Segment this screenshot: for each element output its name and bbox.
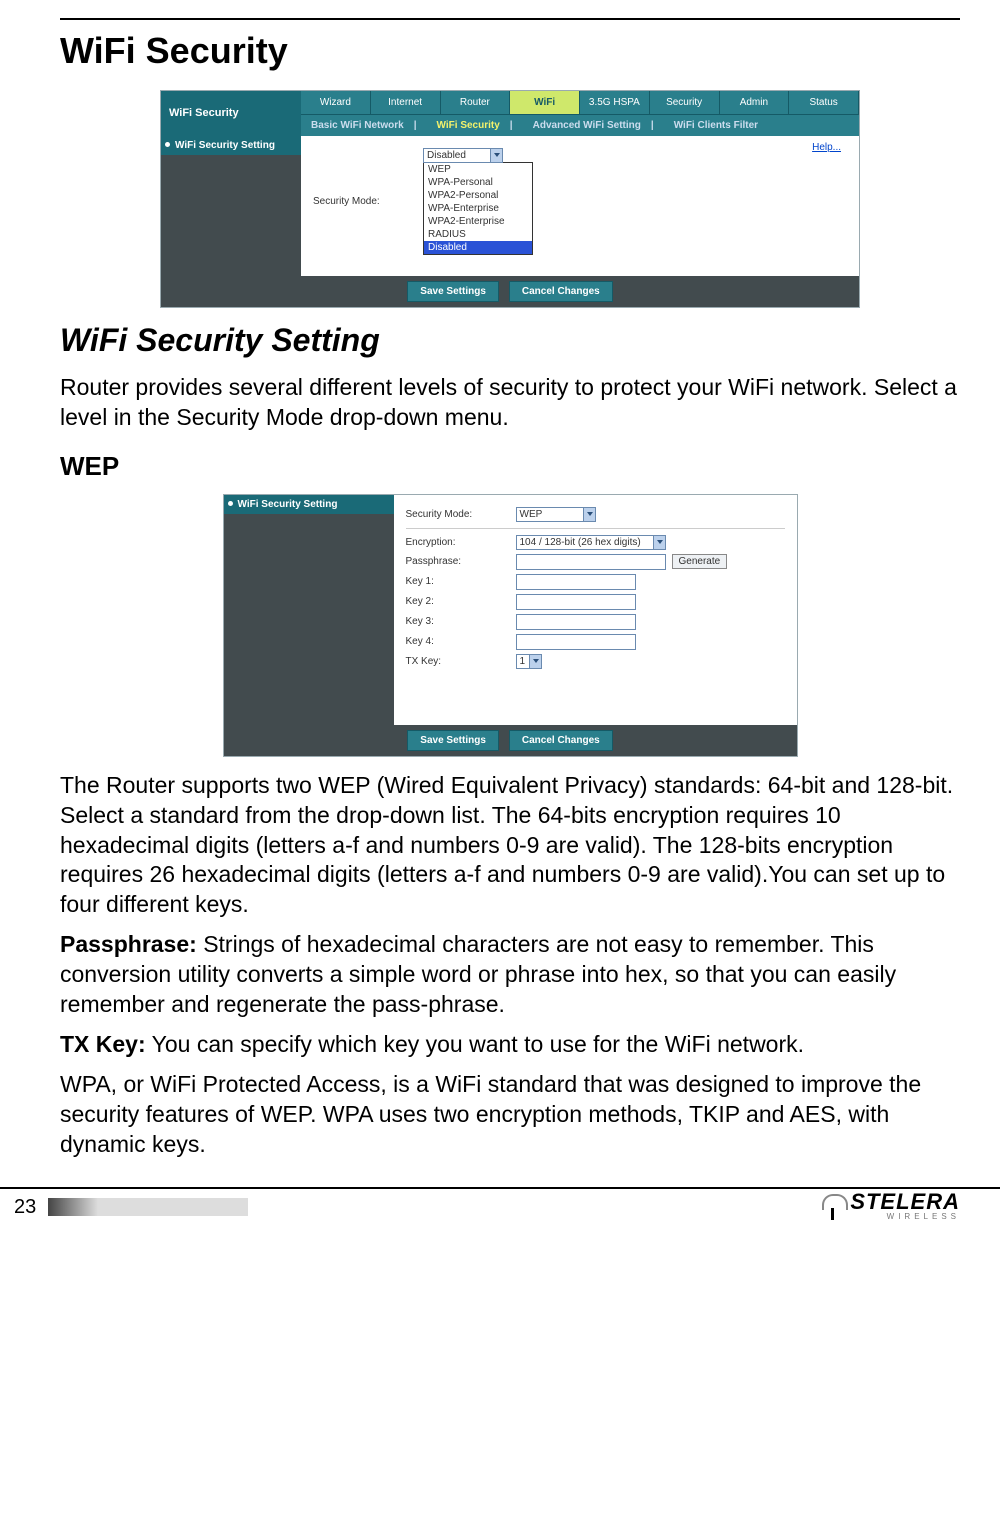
key3-input[interactable] <box>516 614 636 630</box>
txkey-select[interactable]: 1 <box>516 654 542 669</box>
encryption-label: Encryption: <box>406 537 516 548</box>
security-mode-select[interactable]: Disabled <box>423 148 503 163</box>
encryption-value: 104 / 128-bit (26 hex digits) <box>520 537 641 548</box>
bullet-icon <box>228 501 233 506</box>
security-mode-dropdown[interactable]: WEP WPA-Personal WPA2-Personal WPA-Enter… <box>423 162 533 255</box>
brand-logo: STELERA WIRELESS <box>822 1193 960 1221</box>
tab-status[interactable]: Status <box>789 91 859 115</box>
key4-input[interactable] <box>516 634 636 650</box>
option-radius[interactable]: RADIUS <box>424 228 532 241</box>
option-wpa-enterprise[interactable]: WPA-Enterprise <box>424 202 532 215</box>
txkey-label: TX Key: <box>406 656 516 667</box>
screenshot-panel-1: WiFi Security Wizard Internet Router WiF… <box>160 90 860 308</box>
passphrase-bold: Passphrase: <box>60 931 197 957</box>
panel-title: WiFi Security <box>161 91 301 136</box>
antenna-icon <box>822 1194 844 1220</box>
key3-label: Key 3: <box>406 616 516 627</box>
subtab-advanced[interactable]: Advanced WiFi Setting <box>523 115 664 136</box>
sidebar-item-wifi-security-setting[interactable]: WiFi Security Setting <box>224 495 394 514</box>
option-wpa2-personal[interactable]: WPA2-Personal <box>424 189 532 202</box>
cancel-changes-button[interactable]: Cancel Changes <box>509 281 613 302</box>
tab-security[interactable]: Security <box>650 91 720 115</box>
encryption-select[interactable]: 104 / 128-bit (26 hex digits) <box>516 535 666 550</box>
txkey-bold: TX Key: <box>60 1031 146 1057</box>
security-mode-value: WEP <box>520 509 543 520</box>
security-mode-select[interactable]: WEP <box>516 507 596 522</box>
generate-button[interactable]: Generate <box>672 554 728 569</box>
screenshot-panel-2: WiFi Security Setting Security Mode: WEP… <box>223 494 798 757</box>
passphrase-input[interactable] <box>516 554 666 570</box>
tab-wifi[interactable]: WiFi <box>510 91 580 115</box>
save-settings-button[interactable]: Save Settings <box>407 281 499 302</box>
sidebar-item-label: WiFi Security Setting <box>175 140 275 151</box>
tab-router[interactable]: Router <box>441 91 511 115</box>
chevron-down-icon <box>583 508 595 521</box>
key2-label: Key 2: <box>406 596 516 607</box>
option-disabled[interactable]: Disabled <box>424 241 532 254</box>
key4-label: Key 4: <box>406 636 516 647</box>
txkey-text: You can specify which key you want to us… <box>146 1031 804 1057</box>
option-wep[interactable]: WEP <box>424 163 532 176</box>
wep-paragraph: The Router supports two WEP (Wired Equiv… <box>60 771 960 920</box>
option-wpa2-enterprise[interactable]: WPA2-Enterprise <box>424 215 532 228</box>
option-wpa-personal[interactable]: WPA-Personal <box>424 176 532 189</box>
key2-input[interactable] <box>516 594 636 610</box>
wpa-paragraph: WPA, or WiFi Protected Access, is a WiFi… <box>60 1070 960 1160</box>
footer-gradient <box>48 1198 248 1216</box>
save-settings-button[interactable]: Save Settings <box>407 730 499 751</box>
section-heading-wifi-security-setting: WiFi Security Setting <box>60 322 960 359</box>
subtab-wifi-security[interactable]: WiFi Security <box>427 115 523 136</box>
cancel-changes-button[interactable]: Cancel Changes <box>509 730 613 751</box>
security-mode-label: Security Mode: <box>313 196 423 207</box>
page-number: 23 <box>14 1196 36 1219</box>
sidebar-item-wifi-security-setting[interactable]: WiFi Security Setting <box>161 136 301 155</box>
passphrase-label: Passphrase: <box>406 556 516 567</box>
intro-paragraph: Router provides several different levels… <box>60 373 960 433</box>
wep-heading: WEP <box>60 451 960 482</box>
chevron-down-icon <box>490 149 502 162</box>
security-mode-label: Security Mode: <box>406 509 516 520</box>
security-mode-value: Disabled <box>427 150 466 161</box>
chevron-down-icon <box>653 536 665 549</box>
tab-admin[interactable]: Admin <box>720 91 790 115</box>
help-link[interactable]: Help... <box>812 142 841 153</box>
chevron-down-icon <box>529 655 541 668</box>
brand-name: STELERA <box>850 1193 960 1212</box>
key1-label: Key 1: <box>406 576 516 587</box>
tab-wizard[interactable]: Wizard <box>301 91 371 115</box>
tab-hspa[interactable]: 3.5G HSPA <box>580 91 650 115</box>
tab-internet[interactable]: Internet <box>371 91 441 115</box>
txkey-paragraph: TX Key: You can specify which key you wa… <box>60 1030 960 1060</box>
subtab-basic[interactable]: Basic WiFi Network <box>301 115 427 136</box>
txkey-value: 1 <box>520 656 526 667</box>
page-title: WiFi Security <box>60 30 960 72</box>
bullet-icon <box>165 142 170 147</box>
subtab-clients-filter[interactable]: WiFi Clients Filter <box>664 115 768 136</box>
sidebar-item-label: WiFi Security Setting <box>238 499 338 510</box>
passphrase-paragraph: Passphrase: Strings of hexadecimal chara… <box>60 930 960 1020</box>
key1-input[interactable] <box>516 574 636 590</box>
